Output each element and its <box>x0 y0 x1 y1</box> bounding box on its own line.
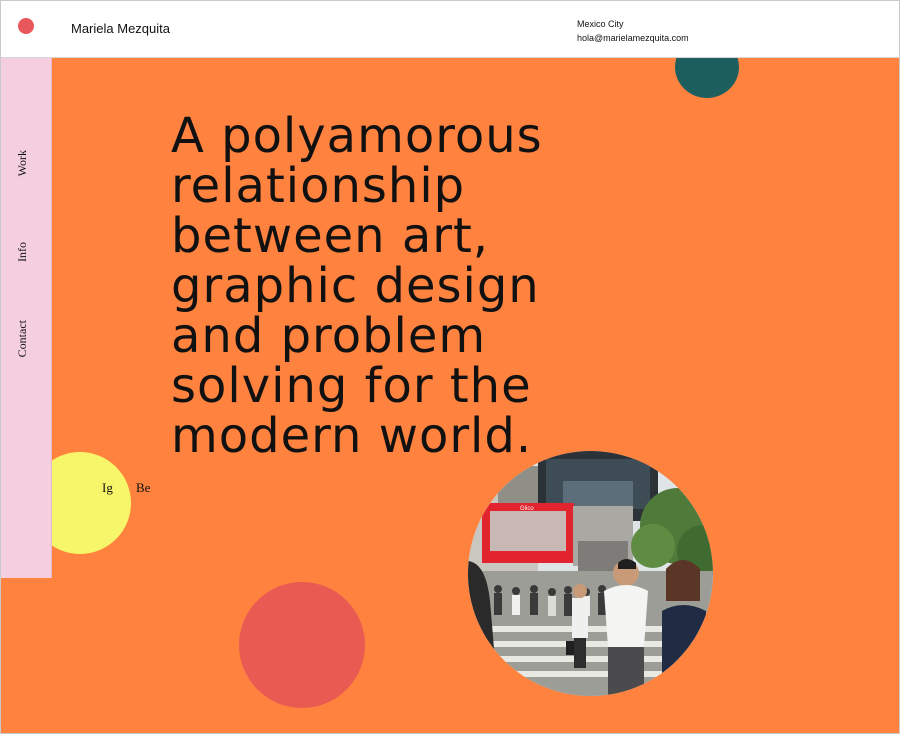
headline-line: A polyamorous <box>171 108 543 164</box>
location-text: Mexico City <box>577 19 624 29</box>
nav-item-contact[interactable]: Contact <box>15 320 35 357</box>
street-photo: Glico <box>468 451 713 696</box>
billboard-text: Glico <box>520 506 534 512</box>
street-photo-illustration: Glico <box>468 451 713 696</box>
headline-line: relationship <box>171 158 466 214</box>
hero-headline: A polyamorous relationship between art, … <box>171 111 691 461</box>
headline-line: graphic design <box>171 258 540 314</box>
headline-line: solving for the <box>171 358 532 414</box>
nav-item-work[interactable]: Work <box>15 150 35 176</box>
headline-line: and problem <box>171 308 487 364</box>
site-name[interactable]: Mariela Mezquita <box>71 21 170 36</box>
instagram-link[interactable]: Ig <box>102 480 113 496</box>
headline-line: between art, <box>171 208 490 264</box>
contact-info: Mexico City hola@marielamezquita.com <box>577 17 689 45</box>
site-header: Mariela Mezquita Mexico City hola@mariel… <box>1 1 899 58</box>
email-link[interactable]: hola@marielamezquita.com <box>577 31 689 45</box>
coral-circle-decoration <box>239 582 365 708</box>
teal-circle-decoration <box>675 58 739 98</box>
headline-line: modern world. <box>171 408 533 464</box>
logo-dot[interactable] <box>18 18 34 34</box>
page-frame: Mariela Mezquita Mexico City hola@mariel… <box>0 0 900 734</box>
sidebar-nav: Work Info Contact <box>1 58 52 578</box>
behance-link[interactable]: Be <box>136 480 150 496</box>
nav-item-info[interactable]: Info <box>15 242 35 262</box>
